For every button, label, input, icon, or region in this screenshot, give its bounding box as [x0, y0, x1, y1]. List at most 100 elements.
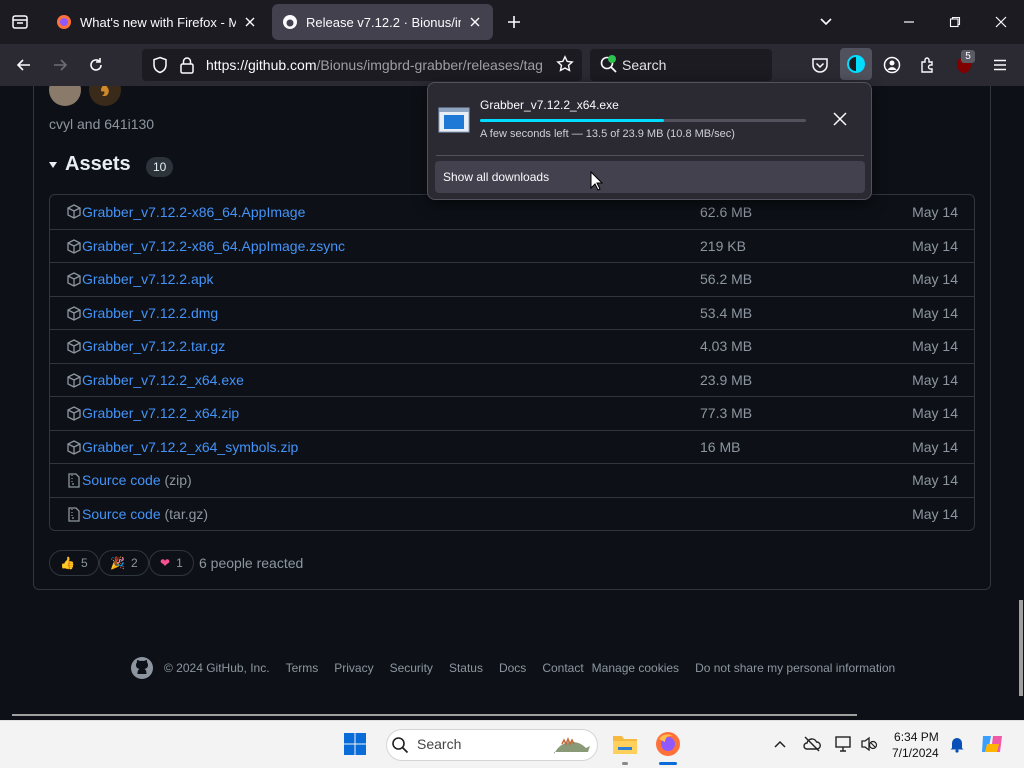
- asset-link[interactable]: Grabber_v7.12.2_x64.zip: [82, 405, 239, 421]
- extensions-button[interactable]: [912, 49, 944, 81]
- show-all-downloads-button[interactable]: Show all downloads: [435, 161, 865, 193]
- search-highlight-image[interactable]: [548, 730, 594, 758]
- asset-name: Grabber_v7.12.2_x64.zip: [82, 405, 240, 422]
- package-icon: [67, 339, 81, 354]
- taskbar-firefox[interactable]: [655, 731, 681, 757]
- star-icon: [556, 55, 574, 72]
- close-window-button[interactable]: [985, 6, 1017, 38]
- github-logo-icon[interactable]: [130, 656, 154, 680]
- asset-link[interactable]: Grabber_v7.12.2.tar.gz: [82, 338, 225, 354]
- asset-row: Grabber_v7.12.2_x64.exe 23.9 MB May 14: [50, 362, 974, 397]
- asset-row: Grabber_v7.12.2_x64.zip 77.3 MB May 14: [50, 396, 974, 430]
- reaction-heart[interactable]: ❤ 1: [149, 550, 194, 576]
- url-text[interactable]: https://github.com/Bionus/imgbrd-grabber…: [206, 57, 546, 73]
- asset-date: May 14: [912, 237, 958, 254]
- speaker-muted-icon: [861, 736, 878, 752]
- reaction-count: 2: [130, 556, 138, 570]
- package-icon: [67, 372, 81, 388]
- footer-link-security[interactable]: Security: [390, 661, 433, 675]
- start-button[interactable]: [343, 732, 367, 756]
- reaction-count: 5: [80, 556, 88, 570]
- account-button[interactable]: [876, 49, 908, 81]
- asset-link[interactable]: Grabber_v7.12.2_x64_symbols.zip: [82, 439, 298, 455]
- copilot-button[interactable]: [979, 732, 1005, 756]
- list-all-tabs-button[interactable]: [810, 6, 842, 38]
- footer-link-contact[interactable]: Contact: [542, 661, 583, 675]
- reaction-hooray[interactable]: 🎉 2: [99, 550, 149, 576]
- asset-date: May 14: [912, 505, 958, 522]
- asset-link[interactable]: Source code (zip): [82, 472, 192, 488]
- maximize-button[interactable]: [939, 6, 971, 38]
- pocket-button[interactable]: [804, 49, 836, 81]
- asset-date: May 14: [912, 338, 958, 355]
- firefox-view-button[interactable]: [4, 6, 36, 38]
- show-hidden-icons-button[interactable]: [773, 738, 787, 750]
- asset-row: Grabber_v7.12.2_x64_symbols.zip 16 MB May …: [50, 429, 974, 464]
- asset-link[interactable]: Grabber_v7.12.2.dmg: [82, 305, 218, 321]
- assets-heading[interactable]: Assets: [65, 153, 131, 176]
- reaction-thumbs-up[interactable]: 👍 5: [49, 550, 99, 576]
- reload-icon: [90, 58, 102, 71]
- asset-size: 219 KB: [700, 237, 746, 254]
- footer-link-status[interactable]: Status: [449, 661, 483, 675]
- close-tab-icon[interactable]: [467, 14, 483, 30]
- download-status: A few seconds left — 13.5 of 23.9 MB (10…: [480, 128, 735, 140]
- minimize-button[interactable]: [893, 6, 925, 38]
- downloads-button[interactable]: [840, 48, 872, 80]
- download-filename[interactable]: Grabber_v7.12.2_x64.exe: [480, 98, 619, 112]
- footer-link-do-not-share[interactable]: Do not share my personal information: [695, 661, 895, 675]
- app-menu-button[interactable]: [984, 49, 1016, 81]
- extension-badge-count: 5: [961, 50, 975, 63]
- asset-row: Grabber_v7.12.2-x86_64.AppImage 62.6 MB Ma…: [50, 195, 974, 229]
- onedrive-tray[interactable]: [803, 736, 821, 752]
- footer-link-terms[interactable]: Terms: [286, 661, 319, 675]
- notifications-button[interactable]: [948, 735, 966, 753]
- footer-copyright: © 2024 GitHub, Inc.: [164, 661, 270, 675]
- contributors-text: cvyl and 641i130: [49, 116, 155, 132]
- forward-button[interactable]: [44, 49, 76, 81]
- tab-title: Release v7.12.2 · Bionus/imgbrd: [306, 14, 461, 30]
- asset-link[interactable]: Source code (tar.gz): [82, 506, 208, 522]
- new-tab-button[interactable]: [498, 6, 530, 38]
- assets-toggle[interactable]: [48, 160, 58, 170]
- package-icon: [67, 439, 81, 455]
- download-progress-icon: [847, 55, 865, 73]
- asset-size: 53.4 MB: [700, 304, 753, 321]
- asset-link[interactable]: Grabber_v7.12.2-x86_64.AppImage: [82, 204, 305, 220]
- url-path: /Bionus/imgbrd-grabber/releases/tag: [316, 57, 543, 73]
- asset-link[interactable]: Grabber_v7.12.2_x64.exe: [82, 372, 244, 388]
- asset-suffix: (tar.gz): [164, 505, 209, 522]
- footer-link-docs[interactable]: Docs: [499, 661, 526, 675]
- network-tray[interactable]: [835, 736, 853, 752]
- asset-date: May 14: [912, 472, 958, 489]
- tab-firefox-whats-new[interactable]: What's new with Firefox - More: [46, 4, 268, 40]
- site-info-button[interactable]: [179, 56, 195, 74]
- taskbar-search-icon-wrap: [391, 736, 409, 754]
- contributor-avatar[interactable]: [89, 86, 121, 106]
- asset-link[interactable]: Grabber_v7.12.2.apk: [82, 271, 214, 287]
- package-icon: [67, 204, 81, 219]
- close-tab-icon[interactable]: [242, 14, 258, 30]
- tracking-protection-button[interactable]: [151, 56, 169, 74]
- bookmark-star-button[interactable]: [556, 55, 574, 73]
- footer-link-manage-cookies[interactable]: Manage cookies: [592, 661, 679, 675]
- asset-name: Grabber_v7.12.2.tar.gz: [82, 338, 226, 355]
- reload-button[interactable]: [80, 49, 112, 81]
- firefox-view-icon: [12, 15, 28, 29]
- vertical-scrollbar[interactable]: [1019, 600, 1023, 696]
- taskbar-file-explorer[interactable]: [612, 732, 638, 756]
- tab-github-release[interactable]: Release v7.12.2 · Bionus/imgbrd: [272, 4, 493, 40]
- footer-link-privacy[interactable]: Privacy: [334, 661, 373, 675]
- asset-link[interactable]: Grabber_v7.12.2-x86_64.AppImage.zsync: [82, 238, 345, 254]
- system-clock[interactable]: 6:34 PM 7/1/2024: [892, 729, 939, 761]
- back-button[interactable]: [8, 49, 40, 81]
- package-icon: [67, 272, 81, 287]
- volume-tray[interactable]: [860, 736, 878, 752]
- horizontal-scrollbar[interactable]: [12, 714, 857, 716]
- pointer-cursor-icon: [590, 171, 604, 191]
- cancel-download-button[interactable]: [832, 111, 848, 127]
- asset-date: May 14: [912, 271, 958, 288]
- asset-row: Source code (zip) May 14: [50, 463, 974, 497]
- asset-row: Grabber_v7.12.2.apk 56.2 MB May 14: [50, 262, 974, 296]
- search-bar-placeholder: Search: [622, 57, 667, 73]
